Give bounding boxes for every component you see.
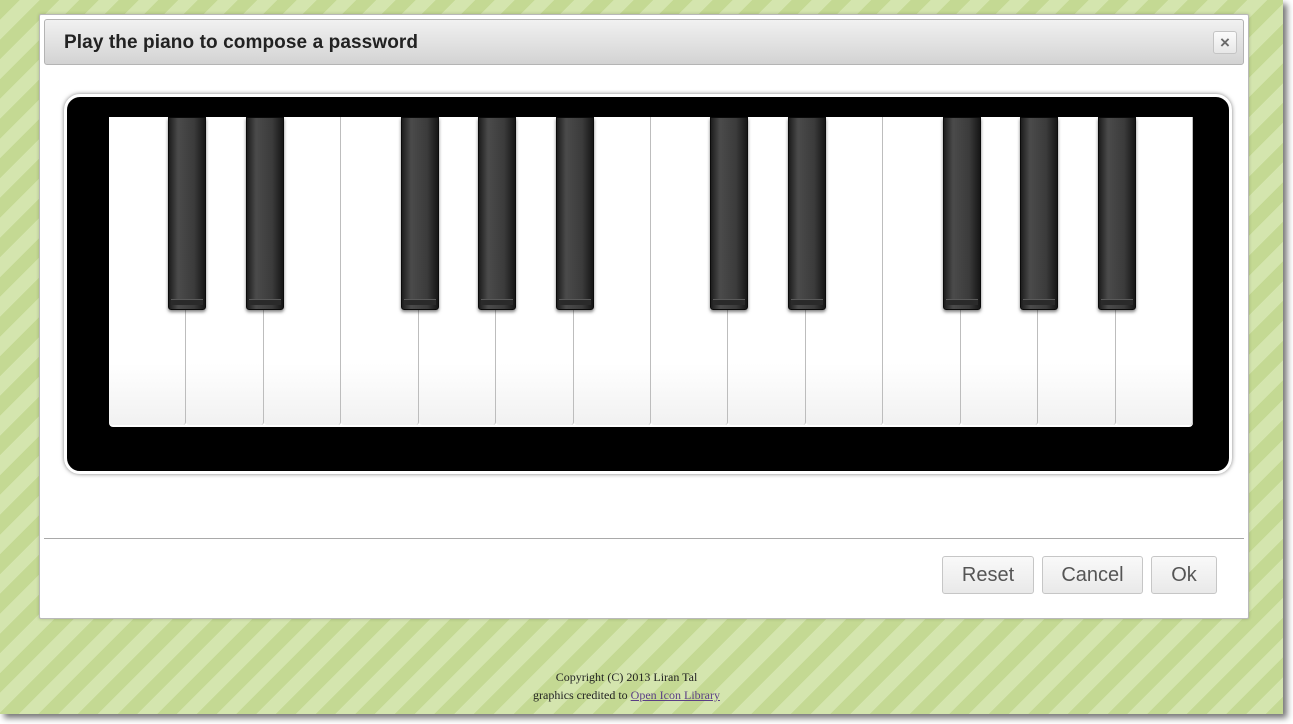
black-key-d-sharp-2[interactable] — [245, 117, 284, 310]
dialog-titlebar[interactable]: Play the piano to compose a password × — [44, 19, 1244, 65]
ok-button[interactable]: Ok — [1151, 556, 1217, 594]
black-key-f-sharp-3[interactable] — [400, 117, 439, 310]
page-background: Play the piano to compose a password × R… — [0, 0, 1283, 714]
cancel-button[interactable]: Cancel — [1042, 556, 1143, 594]
black-key-a-sharp-5[interactable] — [555, 117, 594, 310]
black-key-c-sharp-1[interactable] — [168, 117, 207, 310]
black-key-d-sharp-7[interactable] — [787, 117, 826, 310]
black-key-c-sharp-6[interactable] — [710, 117, 749, 310]
open-icon-library-link[interactable]: Open Icon Library — [631, 688, 720, 702]
dialog-title: Play the piano to compose a password — [64, 32, 419, 53]
credit-line: graphics credited to Open Icon Library — [0, 686, 1253, 704]
black-key-g-sharp-4[interactable] — [478, 117, 517, 310]
copyright-text: Copyright (C) 2013 Liran Tal — [555, 670, 698, 684]
page-footer: Copyright (C) 2013 Liran Tal graphics cr… — [0, 668, 1253, 704]
black-key-a-sharp-10[interactable] — [1097, 117, 1136, 310]
password-piano-dialog: Play the piano to compose a password × R… — [39, 14, 1249, 619]
credit-prefix: graphics credited to — [533, 688, 631, 702]
piano — [64, 94, 1232, 474]
dialog-divider — [44, 538, 1244, 539]
close-icon[interactable]: × — [1213, 31, 1237, 54]
black-key-f-sharp-8[interactable] — [942, 117, 981, 310]
reset-button[interactable]: Reset — [942, 556, 1034, 594]
piano-keyboard — [109, 117, 1193, 427]
black-key-g-sharp-9[interactable] — [1020, 117, 1059, 310]
